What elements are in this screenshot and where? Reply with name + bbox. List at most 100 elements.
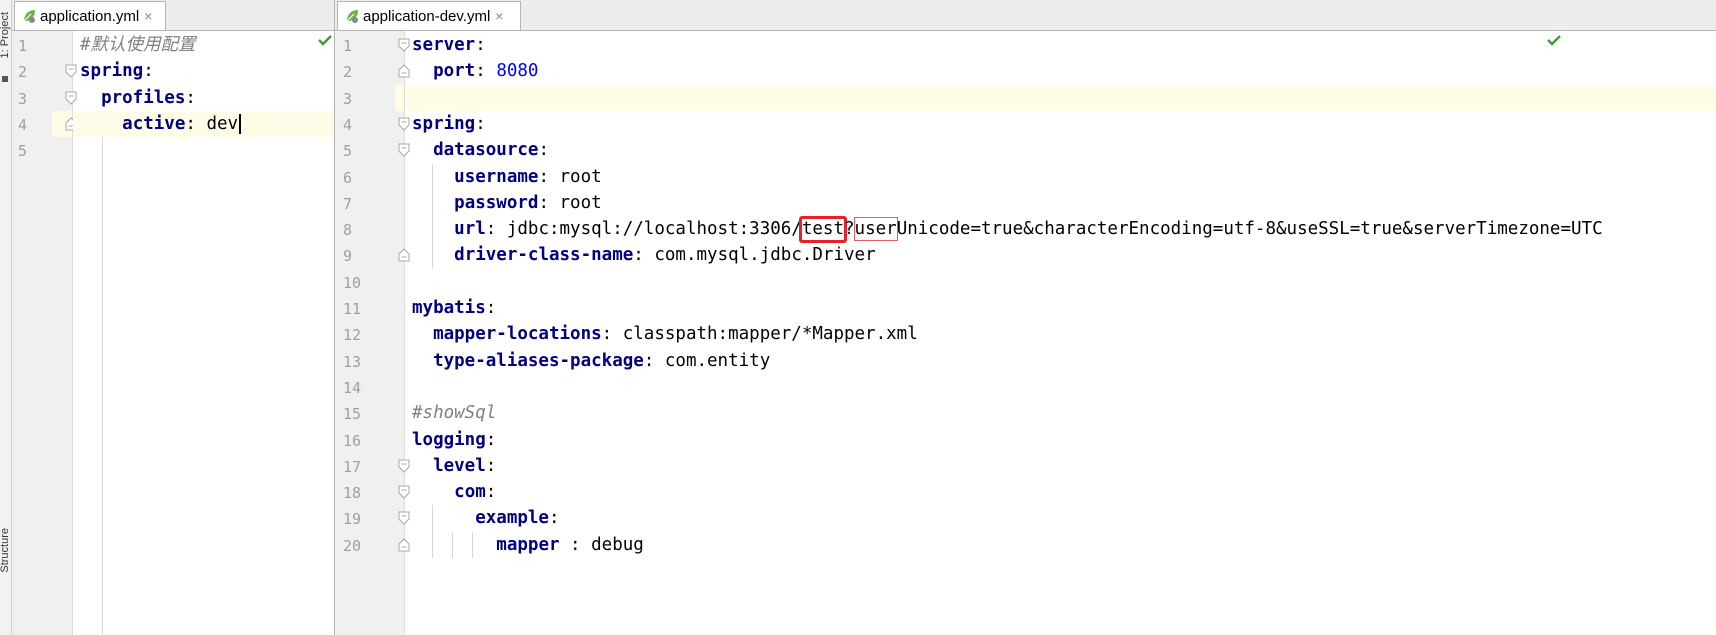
- yaml-value: Unicode=true&characterEncoding=utf-8&use…: [896, 219, 1603, 240]
- tab-label: application-dev.yml: [363, 7, 491, 25]
- line-number: 14: [343, 378, 362, 397]
- line-number: 3: [343, 89, 353, 108]
- yaml-key: type-aliases-package: [433, 350, 644, 371]
- code-line[interactable]: example:: [405, 505, 1716, 531]
- yaml-key: driver-class-name: [454, 245, 634, 266]
- line-number: 3: [18, 89, 28, 108]
- code-line[interactable]: spring:: [405, 111, 1716, 137]
- code-line[interactable]: mapper-locations: classpath:mapper/*Mapp…: [405, 321, 1716, 347]
- project-tool-button[interactable]: 1: Project: [0, 12, 11, 58]
- code-line[interactable]: level:: [405, 453, 1716, 479]
- yaml-key: port: [433, 61, 476, 82]
- left-gutter: 1 2 3 4 5: [12, 31, 77, 635]
- line-number: 4: [18, 115, 28, 134]
- yaml-key: level: [433, 455, 486, 476]
- code-line[interactable]: [73, 137, 334, 163]
- code-line[interactable]: driver-class-name: com.mysql.jdbc.Driver: [405, 242, 1716, 268]
- code-line[interactable]: [405, 84, 1716, 111]
- line-number: 4: [343, 115, 353, 134]
- yaml-key: example: [475, 508, 549, 529]
- right-code-area[interactable]: server: port: 8080 spring: datasource: us…: [405, 31, 1716, 635]
- line-number: 2: [343, 63, 353, 82]
- yaml-value: :: [475, 35, 486, 55]
- code-line[interactable]: [405, 374, 1716, 400]
- code-line[interactable]: profiles:: [73, 85, 334, 111]
- yaml-number: 8080: [496, 61, 539, 82]
- structure-tool-button[interactable]: Structure: [0, 528, 11, 573]
- tool-window-strip: 1: Project Structure: [0, 0, 12, 635]
- line-number: 20: [343, 536, 362, 555]
- code-line[interactable]: username: root: [405, 164, 1716, 190]
- yaml-value: [80, 88, 101, 108]
- yaml-value: [412, 167, 454, 187]
- yaml-value: [412, 219, 454, 239]
- left-editor-pane: application.yml × 1 2 3 4 5 #默认使用配置 spring: p…: [12, 0, 334, 635]
- code-line[interactable]: com:: [405, 479, 1716, 505]
- line-number: 10: [343, 273, 362, 292]
- tab-application-dev-yml[interactable]: application-dev.yml ×: [337, 1, 521, 30]
- indent-guide: [102, 137, 103, 635]
- line-number: 12: [343, 326, 362, 345]
- code-line[interactable]: url: jdbc:mysql://localhost:3306/test?us…: [405, 216, 1716, 244]
- yaml-value: [412, 245, 454, 265]
- code-line[interactable]: port: 8080: [405, 58, 1716, 84]
- yaml-value: :: [485, 298, 497, 318]
- line-number: 9: [343, 247, 353, 266]
- code-line[interactable]: server:: [405, 32, 1716, 58]
- yaml-value: :: [485, 429, 497, 450]
- yaml-value: : com.mysql.jdbc.Driver: [633, 245, 876, 266]
- yaml-value: :: [185, 87, 196, 108]
- yaml-value: : debug: [559, 534, 644, 555]
- code-line[interactable]: datasource:: [405, 137, 1716, 163]
- yaml-key: logging: [412, 429, 486, 450]
- right-tab-bar: application-dev.yml ×: [335, 0, 1716, 31]
- close-tab-icon[interactable]: ×: [144, 8, 152, 24]
- yaml-key: mapper: [496, 534, 560, 555]
- yaml-value: :: [548, 508, 560, 529]
- line-number: 19: [343, 510, 362, 529]
- line-number: 8: [343, 221, 353, 240]
- code-line[interactable]: #showSql: [405, 400, 1716, 426]
- yaml-key: profiles: [101, 87, 186, 108]
- line-number: 1: [18, 37, 28, 55]
- line-number: 17: [343, 457, 362, 476]
- yaml-value: :: [485, 455, 497, 476]
- left-code-area[interactable]: #默认使用配置 spring: profiles: active: dev: [73, 31, 334, 635]
- yaml-key: server: [412, 35, 476, 55]
- yaml-key: datasource: [433, 140, 539, 161]
- yaml-value: [412, 482, 454, 502]
- yaml-key: com: [454, 482, 486, 503]
- yaml-value: [412, 535, 496, 555]
- line-number: 18: [343, 484, 362, 503]
- tab-application-yml[interactable]: application.yml ×: [14, 1, 166, 30]
- yaml-value: [412, 456, 433, 476]
- yaml-value: :: [475, 113, 486, 134]
- yaml-value: : root: [538, 166, 602, 187]
- yaml-value: [412, 193, 454, 213]
- code-line[interactable]: [405, 269, 1716, 295]
- yaml-value: [412, 351, 433, 371]
- code-line[interactable]: mybatis:: [405, 295, 1716, 321]
- code-line[interactable]: spring:: [73, 58, 334, 84]
- code-line[interactable]: active: dev: [73, 110, 334, 138]
- tab-label: application.yml: [40, 7, 140, 25]
- code-line[interactable]: password: root: [405, 190, 1716, 216]
- code-line[interactable]: mapper : debug: [405, 532, 1716, 558]
- yaml-value: : jdbc:mysql://localhost:3306/: [485, 219, 802, 240]
- yaml-key: mybatis: [412, 298, 486, 318]
- code-line[interactable]: #默认使用配置: [73, 32, 334, 58]
- code-line[interactable]: logging:: [405, 427, 1716, 453]
- yaml-comment: #showSql: [412, 403, 497, 424]
- no-problems-check-icon: [1547, 35, 1561, 46]
- line-number: 11: [343, 300, 362, 318]
- code-line[interactable]: type-aliases-package: com.entity: [405, 348, 1716, 374]
- line-number: 7: [343, 194, 353, 213]
- close-tab-icon[interactable]: ×: [495, 8, 503, 24]
- line-number: 13: [343, 352, 362, 371]
- line-number: 16: [343, 431, 362, 450]
- yaml-value: :: [538, 140, 549, 161]
- project-tool-icon: [2, 76, 8, 82]
- yaml-value: : dev: [185, 113, 239, 134]
- indent-guide: [432, 163, 433, 269]
- yaml-value: [412, 140, 433, 160]
